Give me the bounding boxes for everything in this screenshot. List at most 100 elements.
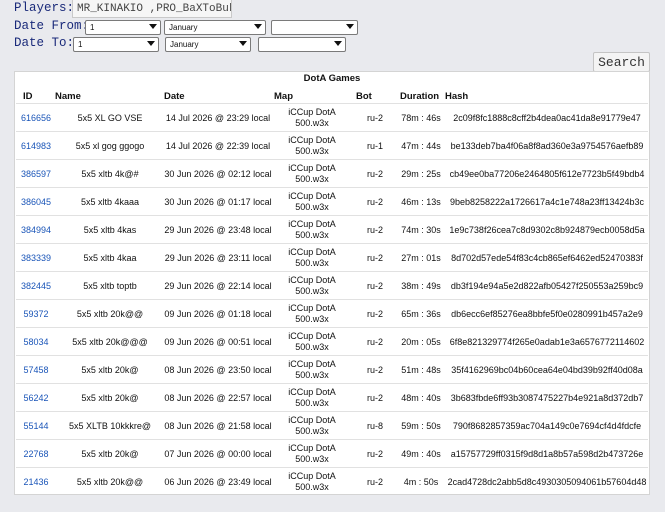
table-row: 59372 5x5 xltb 20k@@ 09 Jun 2026 @ 01:18 l…: [16, 299, 648, 327]
cell-date: 30 Jun 2026 @ 01:17 local: [164, 196, 272, 207]
cell-bot: ru-2: [366, 364, 383, 375]
cell-duration: 49m : 40s: [401, 448, 441, 459]
chevron-down-icon: [334, 41, 342, 46]
cell-name: 5x5 xltb 20k@@@: [72, 336, 148, 347]
cell-duration: 48m : 40s: [401, 392, 441, 403]
map-line-1: iCCup DotA: [288, 358, 336, 369]
map-line-2: 500.w3x: [295, 229, 329, 240]
map-line-1: iCCup DotA: [288, 106, 336, 117]
cell-bot: ru-2: [366, 336, 383, 347]
map-line-1: iCCup DotA: [288, 414, 336, 425]
cell-hash: be133deb7ba4f06a8f8ad360e3a9754576aefb89: [450, 140, 644, 151]
date-to-month-value: January: [170, 40, 199, 49]
map-line-1: iCCup DotA: [288, 274, 336, 285]
date-from-day-value: 1: [90, 23, 95, 32]
cell-hash: 1e9c738f26cea7c8d9302c8b924879ecb0058d5a: [449, 224, 645, 235]
cell-id[interactable]: 384994: [16, 216, 56, 243]
map-line-2: 500.w3x: [295, 201, 329, 212]
cell-id[interactable]: 22768: [16, 440, 56, 467]
table-row: 22768 5x5 xltb 20k@ 07 Jun 2026 @ 00:00 lo…: [16, 439, 648, 467]
date-to-day-value: 1: [78, 40, 83, 49]
cell-duration: 29m : 25s: [401, 168, 441, 179]
chevron-down-icon: [147, 41, 155, 46]
cell-id[interactable]: 614983: [16, 132, 56, 159]
map-line-2: 500.w3x: [295, 481, 329, 492]
cell-bot: ru-2: [366, 476, 383, 487]
map-line-2: 500.w3x: [295, 257, 329, 268]
map-line-1: iCCup DotA: [288, 386, 336, 397]
cell-id[interactable]: 386597: [16, 160, 56, 187]
map-line-2: 500.w3x: [295, 397, 329, 408]
table-row: 56242 5x5 xltb 20k@ 08 Jun 2026 @ 22:57 lo…: [16, 383, 648, 411]
cell-map: iCCup DotA 500.w3x: [272, 468, 352, 495]
map-line-2: 500.w3x: [295, 173, 329, 184]
cell-bot: ru-2: [366, 392, 383, 403]
table-row: 383339 5x5 xltb 4kaa 29 Jun 2026 @ 23:11 l…: [16, 243, 648, 271]
cell-id[interactable]: 55144: [16, 412, 56, 439]
cell-id[interactable]: 57458: [16, 356, 56, 383]
chevron-down-icon: [149, 24, 157, 29]
cell-duration: 20m : 05s: [401, 336, 441, 347]
cell-map: iCCup DotA 500.w3x: [272, 132, 352, 159]
cell-hash: db6ecc6ef85276ea8bbfe5f0e0280991b457a2e9: [451, 308, 643, 319]
cell-id[interactable]: 59372: [16, 300, 56, 327]
cell-name: 5x5 xltb 20k@: [81, 392, 139, 403]
date-to-month-select[interactable]: January: [165, 37, 251, 52]
cell-name: 5x5 xltb 20k@@: [76, 308, 144, 319]
cell-map: iCCup DotA 500.w3x: [272, 356, 352, 383]
col-header-map: Map: [274, 91, 293, 102]
games-table: DotA Games ID Name Date Map Bot Duration…: [14, 71, 650, 495]
cell-bot: ru-2: [366, 280, 383, 291]
cell-bot: ru-2: [366, 252, 383, 263]
cell-date: 08 Jun 2026 @ 23:50 local: [164, 364, 272, 375]
map-line-1: iCCup DotA: [288, 470, 336, 481]
map-line-1: iCCup DotA: [288, 218, 336, 229]
col-header-date: Date: [164, 91, 185, 102]
cell-date: 14 Jul 2026 @ 22:39 local: [165, 140, 271, 151]
cell-map: iCCup DotA 500.w3x: [272, 160, 352, 187]
map-line-2: 500.w3x: [295, 453, 329, 464]
date-to-year-select[interactable]: [258, 37, 346, 52]
map-line-2: 500.w3x: [295, 145, 329, 156]
date-to-day-select[interactable]: 1: [73, 37, 159, 52]
table-row: 614983 5x5 xl gog ggogo 14 Jul 2026 @ 22:3…: [16, 131, 648, 159]
cell-id[interactable]: 21436: [16, 468, 56, 495]
cell-duration: 78m : 46s: [401, 112, 441, 123]
cell-map: iCCup DotA 500.w3x: [272, 412, 352, 439]
date-from-month-value: January: [169, 23, 198, 32]
cell-map: iCCup DotA 500.w3x: [272, 272, 352, 299]
cell-date: 07 Jun 2026 @ 00:00 local: [164, 448, 272, 459]
cell-id[interactable]: 56242: [16, 384, 56, 411]
chevron-down-icon: [346, 24, 354, 29]
cell-name: 5x5 xltb 20k@: [81, 364, 139, 375]
cell-hash: 2cad4728dc2abb5d8c4930305094061b57604d48: [447, 476, 647, 487]
cell-duration: 59m : 50s: [401, 420, 441, 431]
cell-name: 5x5 XL GO VSE: [77, 112, 143, 123]
map-line-2: 500.w3x: [295, 313, 329, 324]
table-row: 21436 5x5 xltb 20k@@ 06 Jun 2026 @ 23:49 l…: [16, 467, 648, 495]
cell-id[interactable]: 616656: [16, 104, 56, 131]
players-input[interactable]: MR_KINAKIO ,PRO_BaXToBuk: [72, 0, 232, 18]
table-title: DotA Games: [303, 73, 361, 84]
cell-id[interactable]: 386045: [16, 188, 56, 215]
cell-name: 5x5 xltb toptb: [83, 280, 137, 291]
cell-date: 29 Jun 2026 @ 22:14 local: [164, 280, 272, 291]
cell-id[interactable]: 382445: [16, 272, 56, 299]
date-from-label: Date From:: [14, 19, 90, 33]
search-button[interactable]: Search: [593, 52, 650, 72]
cell-bot: ru-2: [366, 448, 383, 459]
cell-id[interactable]: 383339: [16, 244, 56, 271]
date-from-month-select[interactable]: January: [164, 20, 266, 35]
cell-id[interactable]: 58034: [16, 328, 56, 355]
cell-bot: ru-2: [366, 168, 383, 179]
date-from-day-select[interactable]: 1: [85, 20, 161, 35]
cell-name: 5x5 xltb 4k@#: [81, 168, 139, 179]
cell-map: iCCup DotA 500.w3x: [272, 300, 352, 327]
map-line-1: iCCup DotA: [288, 190, 336, 201]
cell-bot: ru-8: [366, 420, 383, 431]
table-row: 616656 5x5 XL GO VSE 14 Jul 2026 @ 23:29 l…: [16, 103, 648, 131]
date-from-year-select[interactable]: [271, 20, 358, 35]
map-line-1: iCCup DotA: [288, 246, 336, 257]
table-row: 386045 5x5 xltb 4kaaa 30 Jun 2026 @ 01:17 …: [16, 187, 648, 215]
table-row: 386597 5x5 xltb 4k@# 30 Jun 2026 @ 02:12 l…: [16, 159, 648, 187]
